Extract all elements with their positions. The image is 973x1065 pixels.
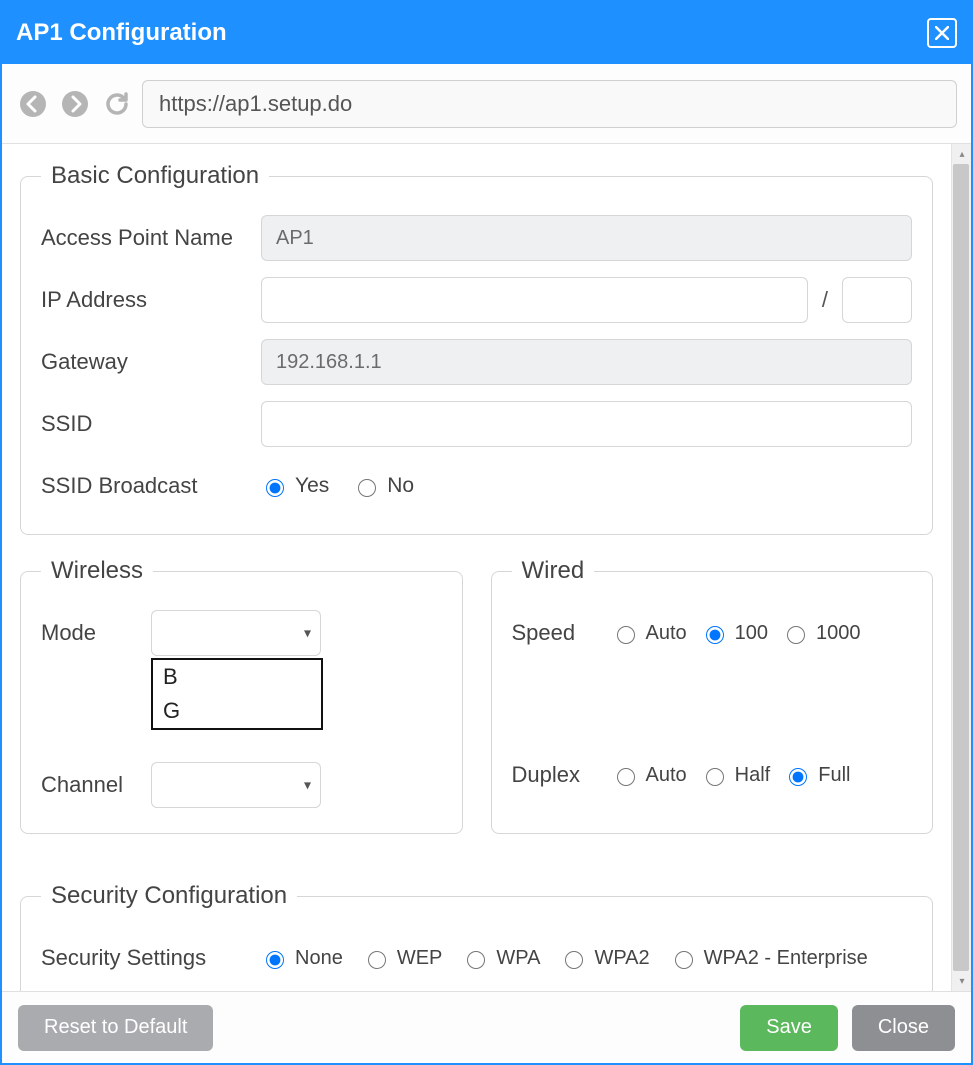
radio-sec-wep-label: WEP bbox=[397, 947, 443, 970]
radio-duplex-auto-label: Auto bbox=[646, 764, 687, 787]
row-security-settings: Security Settings None WEP WPA WPA2 WPA2… bbox=[41, 932, 912, 984]
back-icon[interactable] bbox=[16, 87, 50, 121]
label-mode: Mode bbox=[41, 620, 151, 646]
label-speed: Speed bbox=[512, 620, 612, 646]
row-duplex: Duplex Auto Half Full bbox=[512, 749, 913, 801]
titlebar: AP1 Configuration bbox=[2, 2, 971, 64]
content-inner: Basic Configuration Access Point Name AP… bbox=[2, 144, 951, 991]
radio-speed-100[interactable]: 100 bbox=[701, 622, 768, 645]
row-channel: Channel bbox=[41, 759, 442, 811]
forward-icon[interactable] bbox=[58, 87, 92, 121]
browser-toolbar bbox=[2, 64, 971, 144]
ip-address-input[interactable] bbox=[261, 277, 808, 323]
radio-ssid-bc-yes-input[interactable] bbox=[266, 479, 284, 497]
radio-sec-wpa-input[interactable] bbox=[467, 951, 485, 969]
mode-option-b[interactable]: B bbox=[153, 660, 321, 694]
radio-duplex-half[interactable]: Half bbox=[701, 764, 771, 787]
row-gateway: Gateway 192.168.1.1 bbox=[41, 336, 912, 388]
url-input[interactable] bbox=[142, 80, 957, 128]
close-button[interactable]: Close bbox=[852, 1005, 955, 1051]
radio-sec-none-input[interactable] bbox=[266, 951, 284, 969]
label-ssid: SSID bbox=[41, 411, 261, 437]
security-legend: Security Configuration bbox=[41, 882, 297, 910]
radio-sec-none-label: None bbox=[295, 947, 343, 970]
row-ssid-broadcast: SSID Broadcast Yes No bbox=[41, 460, 912, 512]
scrollbar[interactable]: ▴ ▾ bbox=[951, 144, 971, 991]
close-icon[interactable] bbox=[927, 18, 957, 48]
row-speed: Speed Auto 100 1000 bbox=[512, 607, 913, 659]
reset-button[interactable]: Reset to Default bbox=[18, 1005, 213, 1051]
radio-ssid-bc-no-label: No bbox=[387, 474, 414, 498]
window-title: AP1 Configuration bbox=[16, 19, 227, 47]
scroll-down-icon[interactable]: ▾ bbox=[952, 971, 971, 991]
radio-sec-wep-input[interactable] bbox=[368, 951, 386, 969]
ip-slash: / bbox=[822, 287, 828, 313]
radio-sec-wpa2e-input[interactable] bbox=[675, 951, 693, 969]
wireless-wired-row: Wireless Mode B bbox=[20, 557, 933, 856]
row-mode: Mode B G bbox=[41, 607, 442, 659]
footer-bar: Reset to Default Save Close bbox=[2, 991, 971, 1063]
label-security-settings: Security Settings bbox=[41, 945, 261, 971]
radio-sec-wpa2[interactable]: WPA2 bbox=[560, 947, 649, 970]
mode-option-g[interactable]: G bbox=[153, 694, 321, 728]
radio-speed-auto-label: Auto bbox=[646, 622, 687, 645]
radio-speed-100-input[interactable] bbox=[706, 626, 724, 644]
wired-group: Wired Speed Auto 100 1000 bbox=[491, 557, 934, 834]
basic-config-group: Basic Configuration Access Point Name AP… bbox=[20, 162, 933, 535]
label-duplex: Duplex bbox=[512, 762, 612, 788]
radio-speed-1000-label: 1000 bbox=[816, 622, 861, 645]
refresh-icon[interactable] bbox=[100, 87, 134, 121]
basic-config-legend: Basic Configuration bbox=[41, 162, 269, 190]
ssid-input[interactable] bbox=[261, 401, 912, 447]
row-ap-name: Access Point Name AP1 bbox=[41, 212, 912, 264]
radio-sec-wpa[interactable]: WPA bbox=[462, 947, 540, 970]
radio-ssid-bc-no[interactable]: No bbox=[353, 474, 414, 498]
wireless-legend: Wireless bbox=[41, 557, 153, 585]
radio-sec-none[interactable]: None bbox=[261, 947, 343, 970]
config-window: AP1 Configuration ▴ ▾ Basic Configuratio… bbox=[0, 0, 973, 1065]
radio-duplex-half-label: Half bbox=[735, 764, 771, 787]
radio-duplex-half-input[interactable] bbox=[706, 768, 724, 786]
ip-mask-input[interactable] bbox=[842, 277, 912, 323]
radio-ssid-bc-no-input[interactable] bbox=[358, 479, 376, 497]
radio-ssid-bc-yes[interactable]: Yes bbox=[261, 474, 329, 498]
channel-select[interactable] bbox=[151, 762, 321, 808]
mode-select[interactable] bbox=[151, 610, 321, 656]
radio-sec-wpa-label: WPA bbox=[496, 947, 540, 970]
wireless-group: Wireless Mode B bbox=[20, 557, 463, 834]
wired-legend: Wired bbox=[512, 557, 595, 585]
label-ap-name: Access Point Name bbox=[41, 225, 261, 251]
gateway-field[interactable]: 192.168.1.1 bbox=[261, 339, 912, 385]
radio-sec-wpa2-input[interactable] bbox=[565, 951, 583, 969]
radio-sec-wpa2-label: WPA2 bbox=[594, 947, 649, 970]
radio-speed-auto-input[interactable] bbox=[617, 626, 635, 644]
radio-ssid-bc-yes-label: Yes bbox=[295, 474, 329, 498]
scroll-up-icon[interactable]: ▴ bbox=[952, 144, 971, 164]
label-channel: Channel bbox=[41, 772, 151, 798]
row-ssid: SSID bbox=[41, 398, 912, 450]
radio-speed-auto[interactable]: Auto bbox=[612, 622, 687, 645]
save-button[interactable]: Save bbox=[740, 1005, 838, 1051]
label-ip-address: IP Address bbox=[41, 287, 261, 313]
mode-dropdown-list: B G bbox=[151, 658, 323, 730]
radio-duplex-full-input[interactable] bbox=[789, 768, 807, 786]
scroll-thumb[interactable] bbox=[953, 164, 969, 971]
label-ssid-broadcast: SSID Broadcast bbox=[41, 473, 261, 499]
radio-speed-100-label: 100 bbox=[735, 622, 768, 645]
radio-duplex-auto[interactable]: Auto bbox=[612, 764, 687, 787]
radio-sec-wep[interactable]: WEP bbox=[363, 947, 443, 970]
security-group: Security Configuration Security Settings… bbox=[20, 882, 933, 991]
radio-sec-wpa2e[interactable]: WPA2 - Enterprise bbox=[670, 947, 868, 970]
radio-duplex-full[interactable]: Full bbox=[784, 764, 850, 787]
label-gateway: Gateway bbox=[41, 349, 261, 375]
radio-duplex-auto-input[interactable] bbox=[617, 768, 635, 786]
ap-name-field[interactable]: AP1 bbox=[261, 215, 912, 261]
row-ip-address: IP Address / bbox=[41, 274, 912, 326]
radio-speed-1000[interactable]: 1000 bbox=[782, 622, 861, 645]
radio-duplex-full-label: Full bbox=[818, 764, 850, 787]
content-area: ▴ ▾ Basic Configuration Access Point Nam… bbox=[2, 144, 971, 991]
radio-sec-wpa2e-label: WPA2 - Enterprise bbox=[704, 947, 868, 970]
radio-speed-1000-input[interactable] bbox=[787, 626, 805, 644]
